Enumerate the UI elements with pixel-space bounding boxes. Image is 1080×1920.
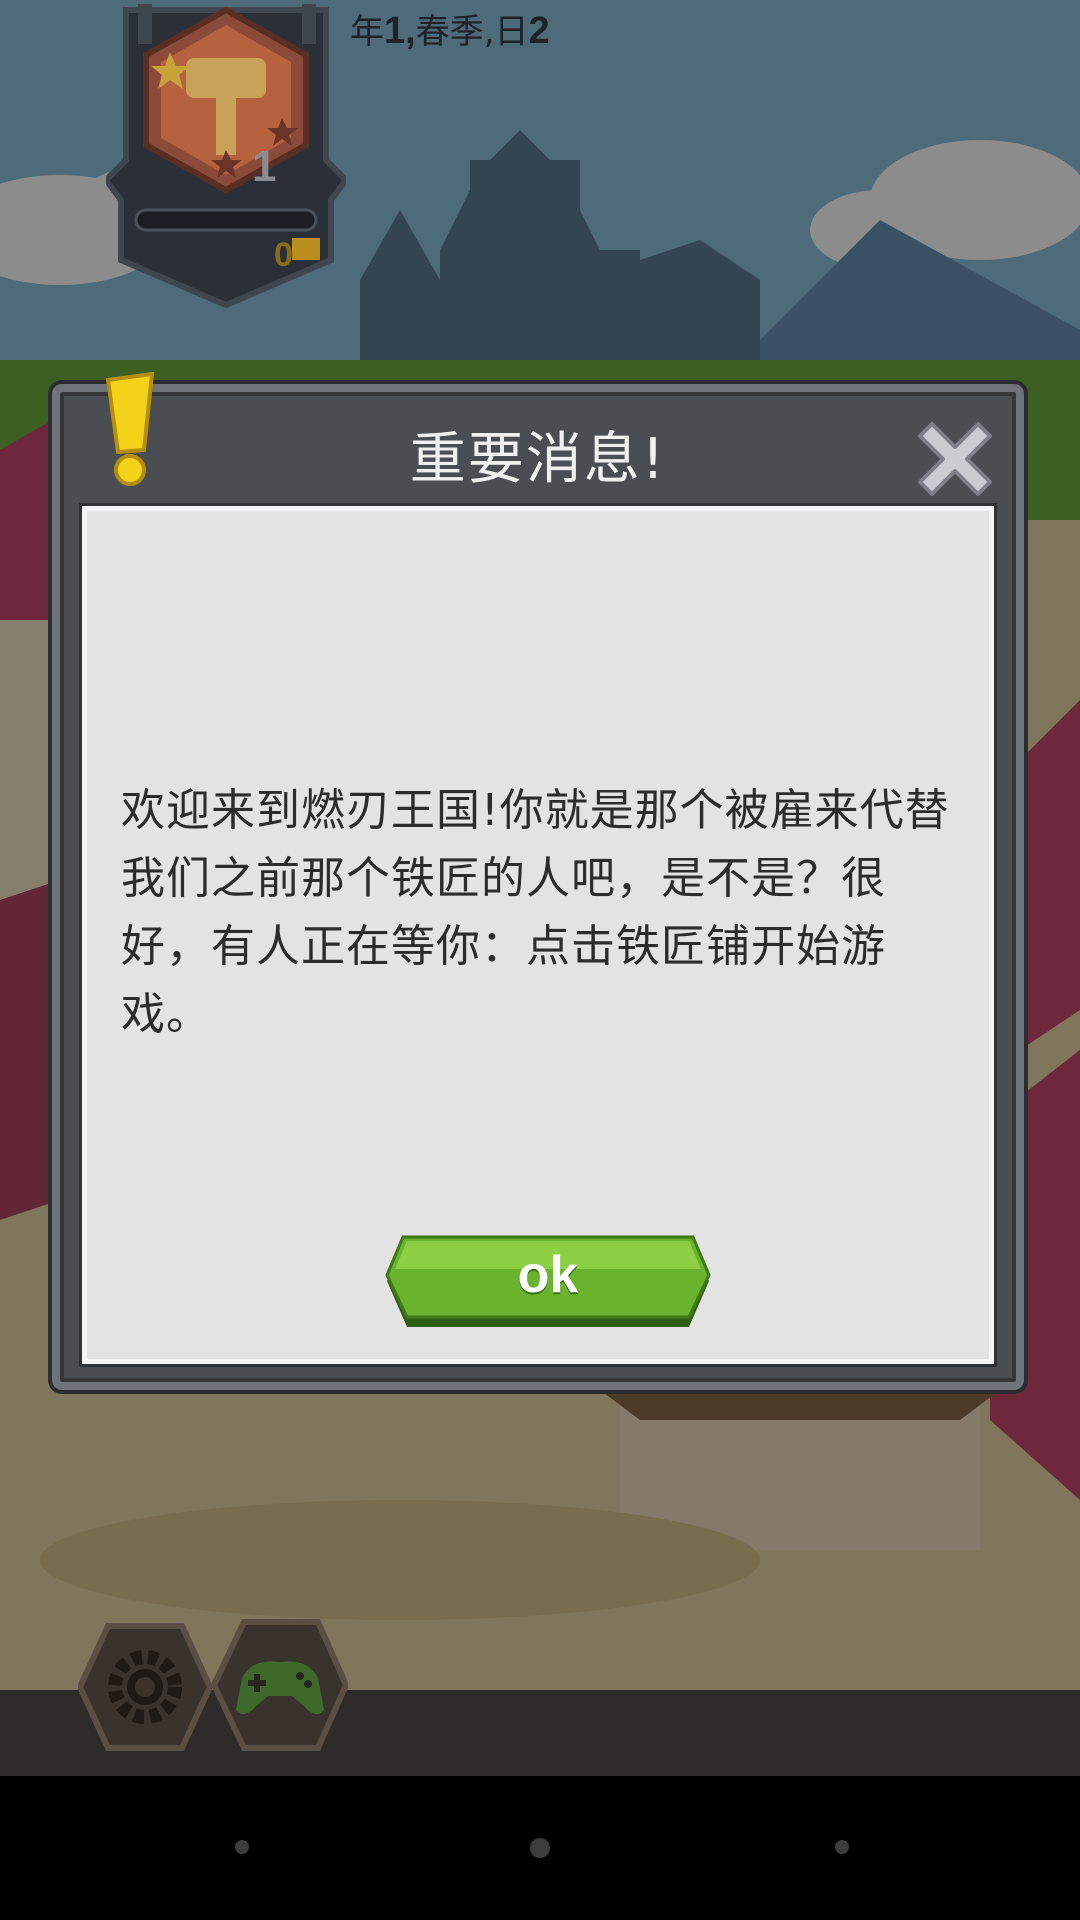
hammer-badge-icon [106, 4, 346, 309]
dialog-header: 重要消息! [60, 392, 1016, 504]
ok-label: ok [517, 1246, 579, 1304]
day-value: 2 [528, 10, 550, 52]
ok-button[interactable]: ok [383, 1235, 713, 1331]
day-label: 日 [494, 12, 529, 52]
season-label: 春季, [415, 12, 495, 52]
nav-back-button[interactable] [235, 1840, 249, 1854]
game-date: 年1,春季,日2 [350, 4, 550, 53]
exclamation-icon [105, 372, 155, 486]
player-level: 1 [252, 142, 277, 191]
nav-home-button[interactable] [530, 1838, 550, 1858]
dialog-message: 欢迎来到燃刃王国!你就是那个被雇来代替我们之前那个铁匠的人吧，是不是？很好，有人… [121, 785, 950, 1040]
nav-recents-button[interactable] [835, 1840, 849, 1854]
game-screen: 1 0 年1,春季,日2 重要消息! 欢迎来到燃刃王国!你就是那个被雇来代替我们… [0, 0, 1080, 1920]
year-label: 年 [350, 12, 384, 52]
gold-amount: 0 [274, 236, 293, 274]
year-value: 1, [384, 10, 416, 52]
gear-icon[interactable] [78, 1622, 212, 1752]
dialog-title: 重要消息! [409, 427, 667, 492]
message-dialog: 重要消息! 欢迎来到燃刃王国!你就是那个被雇来代替我们之前那个铁匠的人吧，是不是… [52, 372, 1024, 1390]
dialog-body: 欢迎来到燃刃王国!你就是那个被雇来代替我们之前那个铁匠的人吧，是不是？很好，有人… [82, 506, 994, 1364]
gamepad-icon[interactable] [212, 1618, 348, 1752]
close-x-icon[interactable] [910, 414, 1000, 504]
